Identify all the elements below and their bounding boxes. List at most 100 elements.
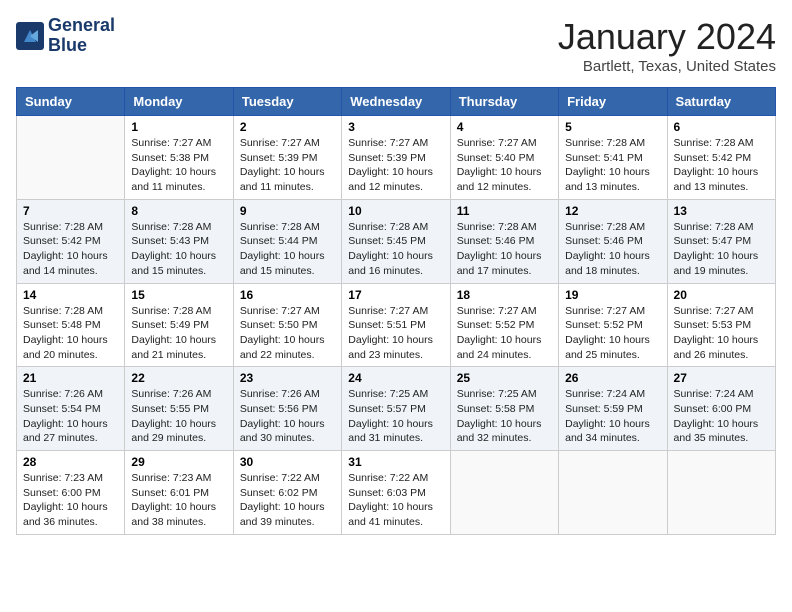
weekday-header: Tuesday xyxy=(233,88,341,116)
cell-info: Sunrise: 7:28 AMSunset: 5:46 PMDaylight:… xyxy=(565,220,660,279)
day-number: 4 xyxy=(457,120,552,134)
day-number: 12 xyxy=(565,204,660,218)
cell-info: Sunrise: 7:25 AMSunset: 5:57 PMDaylight:… xyxy=(348,387,443,446)
calendar-cell: 31Sunrise: 7:22 AMSunset: 6:03 PMDayligh… xyxy=(342,451,450,535)
calendar-cell: 14 Sunrise: 7:28 AMSunset: 5:48 PMDayligh… xyxy=(17,283,125,367)
cell-info: Sunrise: 7:28 AMSunset: 5:46 PMDaylight:… xyxy=(457,220,552,279)
day-number: 17 xyxy=(348,288,443,302)
calendar-cell: 21 Sunrise: 7:26 AMSunset: 5:54 PMDayligh… xyxy=(17,367,125,451)
day-number: 16 xyxy=(240,288,335,302)
day-number: 14 xyxy=(23,288,118,302)
cell-info: Sunrise: 7:28 AMSunset: 5:41 PMDaylight:… xyxy=(565,136,660,195)
day-number: 9 xyxy=(240,204,335,218)
calendar-cell: 1Sunrise: 7:27 AMSunset: 5:38 PMDaylight… xyxy=(125,116,233,200)
day-number: 22 xyxy=(131,371,226,385)
title-block: January 2024 Bartlett, Texas, United Sta… xyxy=(558,16,776,75)
weekday-header: Saturday xyxy=(667,88,775,116)
calendar-cell: 12 Sunrise: 7:28 AMSunset: 5:46 PMDayligh… xyxy=(559,199,667,283)
cell-info: Sunrise: 7:26 AMSunset: 5:56 PMDaylight:… xyxy=(240,387,335,446)
cell-info: Sunrise: 7:28 AMSunset: 5:42 PMDaylight:… xyxy=(674,136,769,195)
calendar-cell: 19Sunrise: 7:27 AMSunset: 5:52 PMDayligh… xyxy=(559,283,667,367)
day-number: 15 xyxy=(131,288,226,302)
calendar-cell: 5 Sunrise: 7:28 AMSunset: 5:41 PMDaylight… xyxy=(559,116,667,200)
calendar-cell xyxy=(17,116,125,200)
calendar-cell: 11 Sunrise: 7:28 AMSunset: 5:46 PMDayligh… xyxy=(450,199,558,283)
weekday-header: Wednesday xyxy=(342,88,450,116)
day-number: 1 xyxy=(131,120,226,134)
day-number: 24 xyxy=(348,371,443,385)
cell-info: Sunrise: 7:27 AMSunset: 5:40 PMDaylight:… xyxy=(457,136,552,195)
cell-info: Sunrise: 7:27 AMSunset: 5:53 PMDaylight:… xyxy=(674,304,769,363)
day-number: 10 xyxy=(348,204,443,218)
cell-info: Sunrise: 7:28 AMSunset: 5:48 PMDaylight:… xyxy=(23,304,118,363)
calendar-cell: 27 Sunrise: 7:24 AMSunset: 6:00 PMDayligh… xyxy=(667,367,775,451)
cell-info: Sunrise: 7:24 AMSunset: 5:59 PMDaylight:… xyxy=(565,387,660,446)
cell-info: Sunrise: 7:24 AMSunset: 6:00 PMDaylight:… xyxy=(674,387,769,446)
calendar-cell: 17 Sunrise: 7:27 AMSunset: 5:51 PMDayligh… xyxy=(342,283,450,367)
calendar-cell: 10 Sunrise: 7:28 AMSunset: 5:45 PMDayligh… xyxy=(342,199,450,283)
day-number: 21 xyxy=(23,371,118,385)
day-number: 3 xyxy=(348,120,443,134)
calendar-row: 14 Sunrise: 7:28 AMSunset: 5:48 PMDayligh… xyxy=(17,283,776,367)
day-number: 29 xyxy=(131,455,226,469)
calendar-cell: 4 Sunrise: 7:27 AMSunset: 5:40 PMDaylight… xyxy=(450,116,558,200)
calendar-cell: 2 Sunrise: 7:27 AMSunset: 5:39 PMDaylight… xyxy=(233,116,341,200)
calendar-row: 21 Sunrise: 7:26 AMSunset: 5:54 PMDayligh… xyxy=(17,367,776,451)
calendar-cell xyxy=(667,451,775,535)
day-number: 8 xyxy=(131,204,226,218)
calendar-row: 7Sunrise: 7:28 AMSunset: 5:42 PMDaylight… xyxy=(17,199,776,283)
calendar-header-row: SundayMondayTuesdayWednesdayThursdayFrid… xyxy=(17,88,776,116)
cell-info: Sunrise: 7:25 AMSunset: 5:58 PMDaylight:… xyxy=(457,387,552,446)
cell-info: Sunrise: 7:28 AMSunset: 5:44 PMDaylight:… xyxy=(240,220,335,279)
day-number: 27 xyxy=(674,371,769,385)
cell-info: Sunrise: 7:23 AMSunset: 6:00 PMDaylight:… xyxy=(23,471,118,530)
logo-icon xyxy=(16,22,44,50)
calendar-cell: 29Sunrise: 7:23 AMSunset: 6:01 PMDayligh… xyxy=(125,451,233,535)
cell-info: Sunrise: 7:28 AMSunset: 5:49 PMDaylight:… xyxy=(131,304,226,363)
cell-info: Sunrise: 7:27 AMSunset: 5:50 PMDaylight:… xyxy=(240,304,335,363)
day-number: 13 xyxy=(674,204,769,218)
cell-info: Sunrise: 7:27 AMSunset: 5:39 PMDaylight:… xyxy=(240,136,335,195)
weekday-header: Thursday xyxy=(450,88,558,116)
day-number: 23 xyxy=(240,371,335,385)
day-number: 25 xyxy=(457,371,552,385)
calendar-cell xyxy=(450,451,558,535)
cell-info: Sunrise: 7:27 AMSunset: 5:51 PMDaylight:… xyxy=(348,304,443,363)
calendar-cell: 20 Sunrise: 7:27 AMSunset: 5:53 PMDayligh… xyxy=(667,283,775,367)
calendar-row: 1Sunrise: 7:27 AMSunset: 5:38 PMDaylight… xyxy=(17,116,776,200)
day-number: 31 xyxy=(348,455,443,469)
day-number: 6 xyxy=(674,120,769,134)
calendar-cell: 23 Sunrise: 7:26 AMSunset: 5:56 PMDayligh… xyxy=(233,367,341,451)
month-title: January 2024 xyxy=(558,16,776,58)
calendar-cell: 26 Sunrise: 7:24 AMSunset: 5:59 PMDayligh… xyxy=(559,367,667,451)
calendar-cell: 15 Sunrise: 7:28 AMSunset: 5:49 PMDayligh… xyxy=(125,283,233,367)
cell-info: Sunrise: 7:26 AMSunset: 5:55 PMDaylight:… xyxy=(131,387,226,446)
day-number: 5 xyxy=(565,120,660,134)
logo-text: General Blue xyxy=(48,16,115,56)
logo: General Blue xyxy=(16,16,115,56)
calendar-cell: 16 Sunrise: 7:27 AMSunset: 5:50 PMDayligh… xyxy=(233,283,341,367)
cell-info: Sunrise: 7:28 AMSunset: 5:42 PMDaylight:… xyxy=(23,220,118,279)
cell-info: Sunrise: 7:28 AMSunset: 5:47 PMDaylight:… xyxy=(674,220,769,279)
calendar-cell: 25 Sunrise: 7:25 AMSunset: 5:58 PMDayligh… xyxy=(450,367,558,451)
day-number: 30 xyxy=(240,455,335,469)
cell-info: Sunrise: 7:22 AMSunset: 6:02 PMDaylight:… xyxy=(240,471,335,530)
calendar-cell: 13 Sunrise: 7:28 AMSunset: 5:47 PMDayligh… xyxy=(667,199,775,283)
day-number: 26 xyxy=(565,371,660,385)
cell-info: Sunrise: 7:26 AMSunset: 5:54 PMDaylight:… xyxy=(23,387,118,446)
cell-info: Sunrise: 7:28 AMSunset: 5:45 PMDaylight:… xyxy=(348,220,443,279)
calendar-cell: 18Sunrise: 7:27 AMSunset: 5:52 PMDayligh… xyxy=(450,283,558,367)
calendar-cell: 7Sunrise: 7:28 AMSunset: 5:42 PMDaylight… xyxy=(17,199,125,283)
calendar-cell: 9 Sunrise: 7:28 AMSunset: 5:44 PMDaylight… xyxy=(233,199,341,283)
calendar-cell: 30 Sunrise: 7:22 AMSunset: 6:02 PMDayligh… xyxy=(233,451,341,535)
day-number: 28 xyxy=(23,455,118,469)
day-number: 11 xyxy=(457,204,552,218)
page-header: General Blue January 2024 Bartlett, Texa… xyxy=(16,16,776,75)
calendar-cell: 6 Sunrise: 7:28 AMSunset: 5:42 PMDaylight… xyxy=(667,116,775,200)
day-number: 2 xyxy=(240,120,335,134)
cell-info: Sunrise: 7:27 AMSunset: 5:52 PMDaylight:… xyxy=(565,304,660,363)
weekday-header: Sunday xyxy=(17,88,125,116)
calendar-cell xyxy=(559,451,667,535)
day-number: 20 xyxy=(674,288,769,302)
calendar-cell: 28 Sunrise: 7:23 AMSunset: 6:00 PMDayligh… xyxy=(17,451,125,535)
